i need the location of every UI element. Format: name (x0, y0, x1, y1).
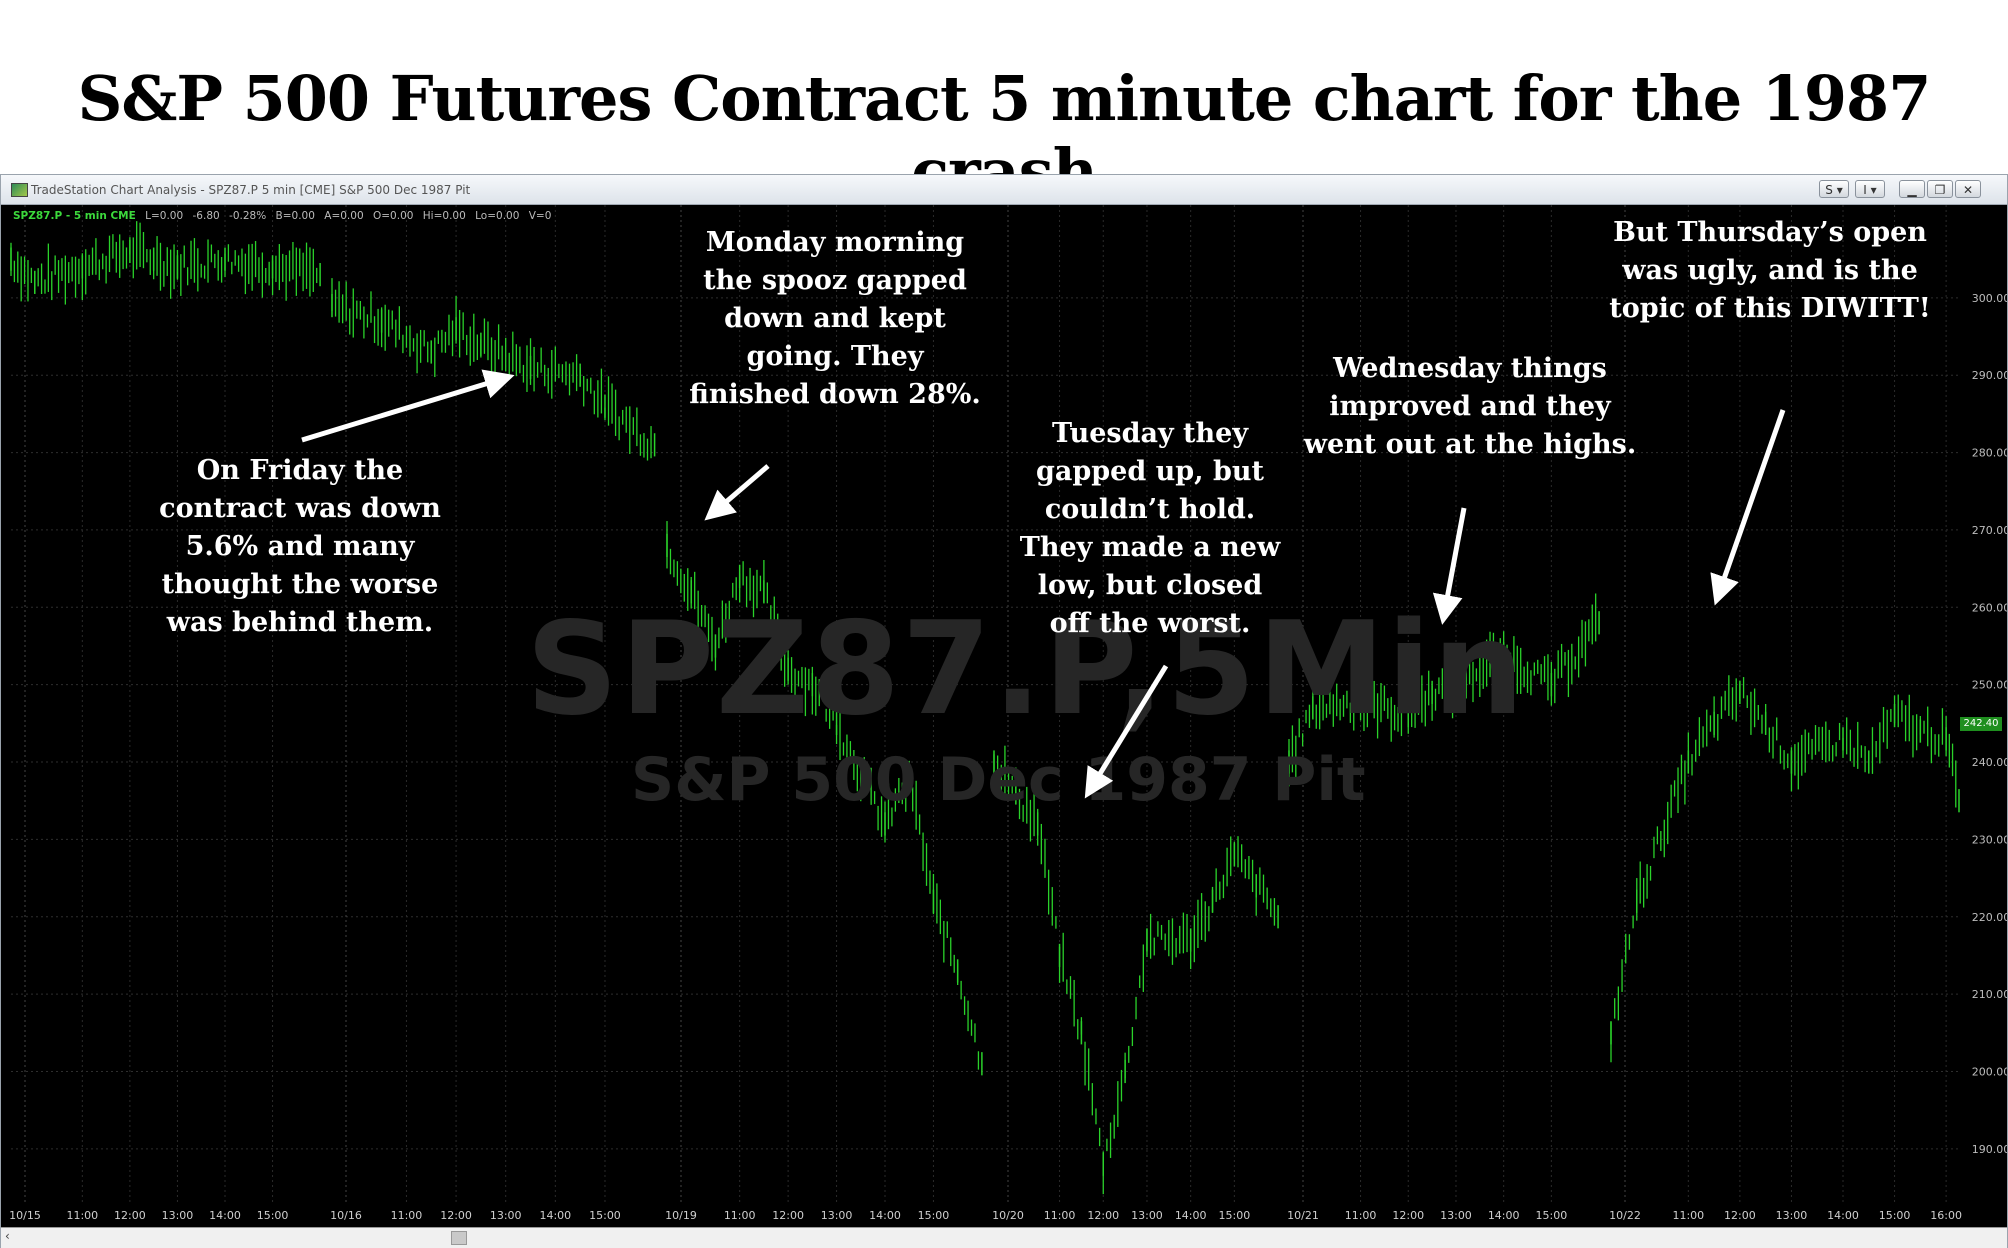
annotation-monday: Monday morning the spooz gapped down and… (670, 224, 1000, 414)
x-tick-label: 13:00 (162, 1209, 194, 1222)
x-tick-label: 11:00 (1672, 1209, 1704, 1222)
info-low: Lo=0.00 (475, 210, 520, 222)
annotation-line: couldn’t hold. (1044, 494, 1256, 525)
scrollbar-thumb[interactable] (451, 1231, 467, 1245)
annotation-thursday: But Thursday’s open was ugly, and is the… (1590, 214, 1950, 328)
annotation-line: improved and they (1329, 391, 1611, 422)
x-tick-label: 12:00 (772, 1209, 804, 1222)
last-price-tag: 242.40 (1960, 717, 2002, 731)
annotation-line: 5.6% and many (185, 531, 415, 562)
info-volume: V=0 (528, 210, 552, 222)
y-tick-label: 200.00 (1972, 1065, 2007, 1078)
x-tick-label: 15:00 (589, 1209, 621, 1222)
x-tick-label: 13:00 (821, 1209, 853, 1222)
annotation-line: But Thursday’s open (1613, 217, 1927, 248)
annotation-line: down and kept (724, 303, 946, 334)
x-tick-label: 10/16 (330, 1209, 362, 1222)
x-tick-label: 14:00 (869, 1209, 901, 1222)
info-ask: A=0.00 (324, 210, 364, 222)
x-tick-label: 11:00 (724, 1209, 756, 1222)
x-tick-label: 11:00 (1345, 1209, 1377, 1222)
y-tick-label: 270.00 (1972, 524, 2007, 537)
annotation-line: Wednesday things (1333, 353, 1607, 384)
watermark-description: S&P 500 Dec 1987 Pit (631, 745, 1366, 815)
y-tick-label: 280.00 (1972, 447, 2007, 460)
horizontal-scrollbar[interactable]: ‹ (1, 1227, 2007, 1248)
x-tick-label: 10/22 (1609, 1209, 1641, 1222)
x-tick-label: 12:00 (114, 1209, 146, 1222)
symbol-info-line: SPZ87.P - 5 min CME L=0.00 -6.80 -0.28% … (13, 210, 557, 222)
x-tick-label: 14:00 (1488, 1209, 1520, 1222)
x-tick-label: 12:00 (440, 1209, 472, 1222)
annotation-line: They made a new (1019, 532, 1281, 563)
y-tick-label: 240.00 (1972, 756, 2007, 769)
annotation-line: contract was down (159, 493, 441, 524)
y-tick-label: 250.00 (1972, 679, 2007, 692)
chart-window: TradeStation Chart Analysis - SPZ87.P 5 … (0, 174, 2008, 1248)
x-tick-label: 12:00 (1724, 1209, 1756, 1222)
annotation-line: low, but closed (1037, 570, 1263, 601)
x-tick-label: 10/20 (992, 1209, 1024, 1222)
x-tick-label: 10/21 (1287, 1209, 1319, 1222)
x-tick-label: 11:00 (391, 1209, 423, 1222)
x-tick-label: 14:00 (1175, 1209, 1207, 1222)
x-tick-label: 15:00 (1879, 1209, 1911, 1222)
x-tick-label: 15:00 (1536, 1209, 1568, 1222)
x-tick-label: 14:00 (539, 1209, 571, 1222)
x-tick-label: 12:00 (1087, 1209, 1119, 1222)
symbol-label: SPZ87.P - 5 min CME (13, 210, 136, 222)
annotation-line: thought the worse (161, 569, 439, 600)
annotation-line: topic of this DIWITT! (1609, 293, 1931, 324)
annotation-line: going. They (746, 341, 924, 372)
x-tick-label: 11:00 (1044, 1209, 1076, 1222)
y-tick-label: 210.00 (1972, 988, 2007, 1001)
info-change: -6.80 (192, 210, 220, 222)
y-tick-label: 190.00 (1972, 1143, 2007, 1156)
annotation-line: was behind them. (166, 607, 434, 638)
y-tick-label: 300.00 (1972, 292, 2007, 305)
y-tick-label: 230.00 (1972, 833, 2007, 846)
annotation-line: was ugly, and is the (1622, 255, 1918, 286)
annotation-line: went out at the highs. (1303, 429, 1637, 460)
x-tick-label: 13:00 (1440, 1209, 1472, 1222)
annotation-wednesday: Wednesday things improved and they went … (1280, 350, 1660, 464)
y-tick-label: 290.00 (1972, 369, 2007, 382)
x-tick-label: 15:00 (1219, 1209, 1251, 1222)
info-open: O=0.00 (372, 210, 414, 222)
x-tick-label: 13:00 (490, 1209, 522, 1222)
annotation-line: finished down 28%. (689, 379, 981, 410)
x-tick-label: 15:00 (257, 1209, 289, 1222)
annotation-line: off the worst. (1049, 608, 1251, 639)
x-tick-label: 14:00 (1827, 1209, 1859, 1222)
info-change-pct: -0.28% (229, 210, 267, 222)
x-tick-label: 15:00 (918, 1209, 950, 1222)
x-tick-label: 12:00 (1392, 1209, 1424, 1222)
info-bid: B=0.00 (275, 210, 315, 222)
info-high: Hi=0.00 (422, 210, 466, 222)
annotation-line: Monday morning (705, 227, 965, 258)
annotation-line: Tuesday they (1051, 418, 1249, 449)
annotation-friday: On Friday the contract was down 5.6% and… (130, 452, 470, 642)
annotation-line: gapped up, but (1036, 456, 1264, 487)
scroll-left-icon[interactable]: ‹ (5, 1229, 10, 1243)
annotation-line: the spooz gapped (703, 265, 967, 296)
x-tick-label: 11:00 (66, 1209, 98, 1222)
x-tick-label: 13:00 (1131, 1209, 1163, 1222)
y-tick-label: 260.00 (1972, 601, 2007, 614)
annotation-line: On Friday the (196, 455, 404, 486)
y-tick-label: 220.00 (1972, 911, 2007, 924)
x-tick-label: 16:00 (1930, 1209, 1962, 1222)
annotation-tuesday: Tuesday they gapped up, but couldn’t hol… (1000, 415, 1300, 643)
x-tick-label: 14:00 (209, 1209, 241, 1222)
info-last: L=0.00 (145, 210, 184, 222)
x-tick-label: 13:00 (1776, 1209, 1808, 1222)
x-tick-label: 10/15 (9, 1209, 41, 1222)
x-tick-label: 10/19 (665, 1209, 697, 1222)
